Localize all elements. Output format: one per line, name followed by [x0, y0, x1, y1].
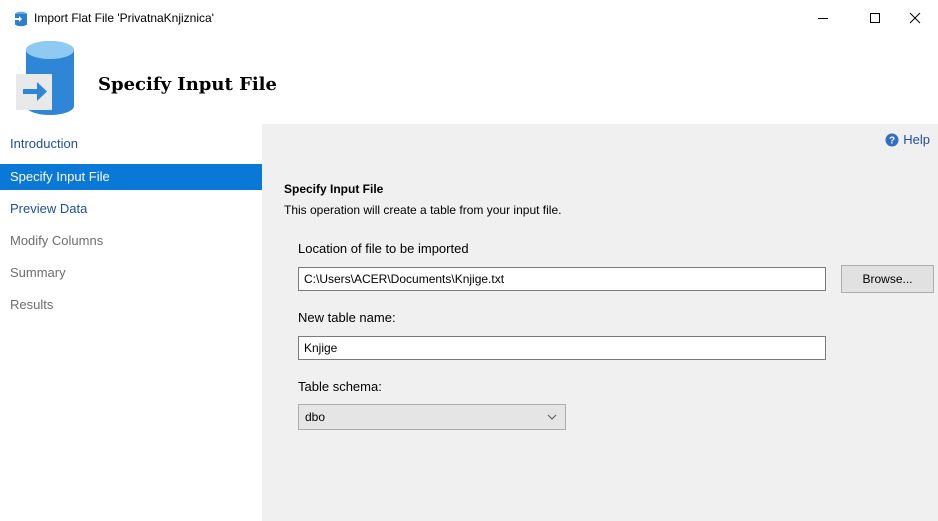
maximize-icon	[870, 13, 880, 23]
content-panel: ? Help Specify Input File This operation…	[262, 124, 938, 521]
close-icon	[909, 12, 921, 24]
nav-item-specify-input-file[interactable]: Specify Input File	[0, 164, 262, 190]
title-bar: Import Flat File 'PrivatnaKnjiznica'	[0, 0, 938, 36]
browse-button[interactable]: Browse...	[841, 265, 934, 293]
table-name-input[interactable]	[298, 336, 826, 360]
minimize-icon	[818, 18, 828, 19]
page-title: Specify Input File	[98, 74, 277, 95]
table-name-label: New table name:	[298, 310, 396, 325]
section-title: Specify Input File	[284, 182, 384, 196]
page-header: Specify Input File	[0, 36, 938, 122]
schema-label: Table schema:	[298, 379, 382, 394]
help-label: Help	[903, 132, 930, 147]
nav-item-results: Results	[10, 297, 54, 312]
location-label: Location of file to be imported	[298, 241, 469, 256]
nav-item-modify-columns: Modify Columns	[10, 233, 104, 248]
section-description: This operation will create a table from …	[284, 203, 562, 217]
app-icon	[12, 11, 28, 27]
nav-item-introduction[interactable]: Introduction	[0, 131, 262, 157]
close-button[interactable]	[892, 0, 938, 36]
schema-select[interactable]: dbo	[298, 404, 566, 430]
help-link[interactable]: ? Help	[885, 132, 930, 147]
database-import-icon	[14, 40, 76, 116]
nav-item-summary: Summary	[10, 265, 66, 280]
minimize-button[interactable]	[800, 0, 846, 36]
window-title: Import Flat File 'PrivatnaKnjiznica'	[34, 11, 214, 25]
svg-text:?: ?	[889, 135, 895, 146]
wizard-nav: Introduction Specify Input File Preview …	[0, 124, 262, 521]
schema-value: dbo	[305, 410, 326, 424]
location-input[interactable]	[298, 267, 826, 291]
help-icon: ?	[885, 133, 899, 146]
chevron-down-icon	[547, 414, 557, 420]
nav-item-preview-data[interactable]: Preview Data	[0, 196, 262, 222]
